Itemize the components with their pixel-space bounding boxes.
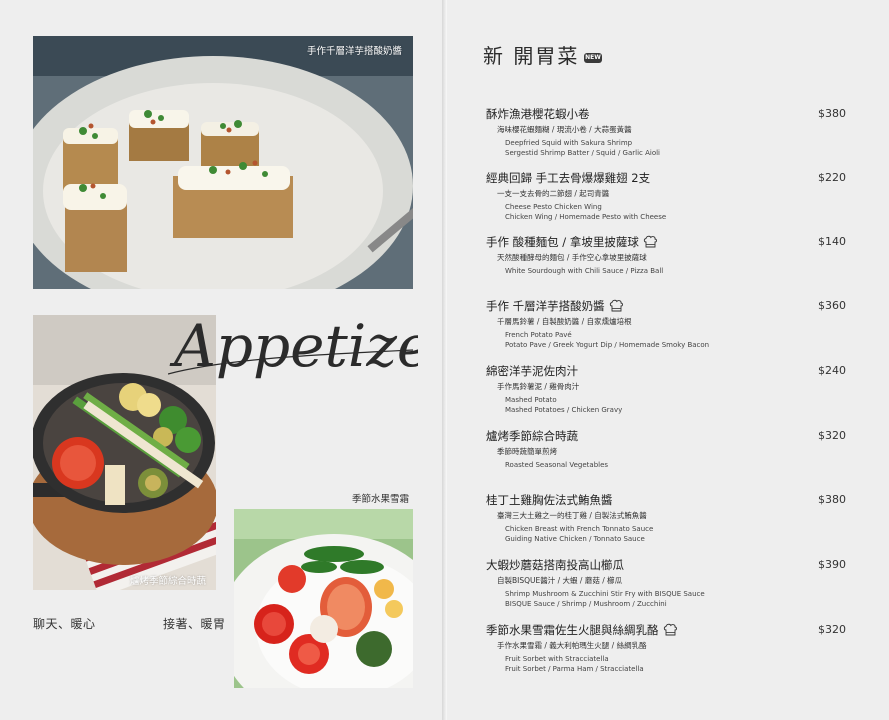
slogan-right: 接著、暖胃 [163, 617, 226, 631]
item-english-ingredients: Fruit Sorbet / Parma Ham / Stracciatella [505, 665, 644, 673]
item-price: $380 [818, 493, 846, 506]
menu-item: 綿密洋芋泥佐肉汁 $240 手作馬鈴薯泥 / 雞骨肉汁 Mashed Potat… [486, 363, 846, 414]
item-price: $140 [818, 235, 846, 248]
item-price: $220 [818, 171, 846, 184]
chef-hat-icon [663, 623, 677, 636]
menu-item: 季節水果雪霜佐生火腿與絲綢乳酪 $320 手作水果雪霜 / 義大利帕瑪生火腿 /… [486, 622, 846, 673]
chef-hat-icon [609, 299, 623, 312]
left-page: 手作千層洋芋搭酸奶醬 爐烤季節綜合時蔬 季節水果雪霜 Appetiz 聊天、暖心… [0, 0, 442, 720]
item-ingredients: 手作馬鈴薯泥 / 雞骨肉汁 [497, 382, 580, 391]
menu-item: 手作 酸種麵包 / 拿坡里披薩球 $140 天然酸種酵母的麵包 / 手作空心拿坡… [486, 234, 846, 275]
item-english-name: Shrimp Mushroom & Zucchini Stir Fry with… [505, 590, 705, 598]
item-english-name: White Sourdough with Chili Sauce / Pizza… [505, 267, 664, 275]
potato-photo-caption: 手作千層洋芋搭酸奶醬 [307, 46, 403, 57]
potato-pave-photo [33, 36, 413, 289]
item-ingredients: 臺灣三大土雞之一的桂丁雞 / 自製法式鮪魚醬 [497, 511, 647, 520]
item-english-ingredients: Guiding Native Chicken / Tonnato Sauce [505, 535, 645, 543]
item-english-name: Chicken Breast with French Tonnato Sauce [505, 525, 654, 533]
item-name: 桂丁土雞胸佐法式鮪魚醬 [486, 493, 613, 507]
vegetables-photo-caption: 爐烤季節綜合時蔬 [130, 576, 207, 587]
item-english-ingredients: Chicken Wing / Homemade Pesto with Chees… [505, 213, 667, 221]
item-ingredients: 千層馬鈴薯 / 自製酸奶醬 / 自家燻爐培根 [497, 317, 632, 326]
item-price: $380 [818, 107, 846, 120]
menu-title: 新 開胃菜 [483, 44, 580, 68]
item-english-ingredients: BISQUE Sauce / Shrimp / Mushroom / Zucch… [505, 600, 667, 608]
appetizer-script-title: Appetizer [168, 312, 418, 380]
item-english-name: Roasted Seasonal Vegetables [505, 461, 609, 469]
menu-item: 大蝦炒蘑菇搭南投高山櫛瓜 $390 自製BISQUE醬汁 / 大蝦 / 蘑菇 /… [486, 557, 846, 608]
right-page: 新 開胃菜 NEW 酥炸漁港櫻花蝦小卷 $380 海味櫻花蝦麵糊 / 現流小卷 … [447, 0, 889, 720]
item-name: 手作 酸種麵包 / 拿坡里披薩球 [486, 235, 639, 249]
item-price: $360 [818, 299, 846, 312]
fruit-sorbet-photo [234, 509, 413, 688]
svg-text:Appetizer: Appetizer [169, 312, 418, 380]
item-name: 大蝦炒蘑菇搭南投高山櫛瓜 [486, 558, 624, 572]
menu-item: 爐烤季節綜合時蔬 $320 季節時蔬簡單煎烤 Roasted Seasonal … [486, 428, 846, 469]
item-english-name: Mashed Potato [505, 396, 557, 404]
item-price: $320 [818, 429, 846, 442]
new-badge: NEW [584, 53, 602, 63]
menu-item: 手作 千層洋芋搭酸奶醬 $360 千層馬鈴薯 / 自製酸奶醬 / 自家燻爐培根 … [486, 298, 846, 349]
item-ingredients: 手作水果雪霜 / 義大利帕瑪生火腿 / 絲綢乳酪 [497, 641, 647, 650]
item-english-name: Cheese Pesto Chicken Wing [505, 203, 602, 211]
item-price: $390 [818, 558, 846, 571]
item-name: 酥炸漁港櫻花蝦小卷 [486, 107, 590, 121]
item-english-ingredients: Sergestid Shrimp Batter / Squid / Garlic… [505, 149, 661, 157]
item-ingredients: 一支一支去骨的二節翅 / 起司青醬 [497, 189, 610, 198]
menu-item: 酥炸漁港櫻花蝦小卷 $380 海味櫻花蝦麵糊 / 現流小卷 / 大蒜蛋黃醬 De… [486, 106, 846, 157]
item-english-ingredients: Mashed Potatoes / Chicken Gravy [505, 406, 623, 414]
item-ingredients: 自製BISQUE醬汁 / 大蝦 / 蘑菇 / 櫛瓜 [497, 576, 623, 585]
menu-item: 桂丁土雞胸佐法式鮪魚醬 $380 臺灣三大土雞之一的桂丁雞 / 自製法式鮪魚醬 … [486, 492, 846, 543]
sorbet-photo-caption: 季節水果雪霜 [352, 494, 410, 505]
item-ingredients: 季節時蔬簡單煎烤 [497, 447, 557, 456]
item-english-name: Deepfried Squid with Sakura Shrimp [505, 139, 633, 147]
item-ingredients: 海味櫻花蝦麵糊 / 現流小卷 / 大蒜蛋黃醬 [497, 125, 632, 134]
item-name: 綿密洋芋泥佐肉汁 [486, 364, 578, 378]
item-ingredients: 天然酸種酵母的麵包 / 手作空心拿坡里披薩球 [497, 253, 647, 262]
item-name: 爐烤季節綜合時蔬 [486, 429, 578, 443]
chef-hat-icon [643, 235, 657, 248]
item-english-name: French Potato Pavé [505, 331, 572, 339]
item-name: 季節水果雪霜佐生火腿與絲綢乳酪 [486, 623, 659, 637]
slogan-left: 聊天、暖心 [33, 617, 96, 631]
item-english-ingredients: Potato Pave / Greek Yogurt Dip / Homemad… [505, 341, 710, 349]
menu-item: 經典回歸 手工去骨爆爆雞翅 2支 $220 一支一支去骨的二節翅 / 起司青醬 … [486, 170, 846, 221]
item-english-name: Fruit Sorbet with Stracciatella [505, 655, 609, 663]
item-price: $320 [818, 623, 846, 636]
item-price: $240 [818, 364, 846, 377]
item-name: 手作 千層洋芋搭酸奶醬 [486, 299, 605, 313]
item-name: 經典回歸 手工去骨爆爆雞翅 2支 [486, 171, 651, 185]
